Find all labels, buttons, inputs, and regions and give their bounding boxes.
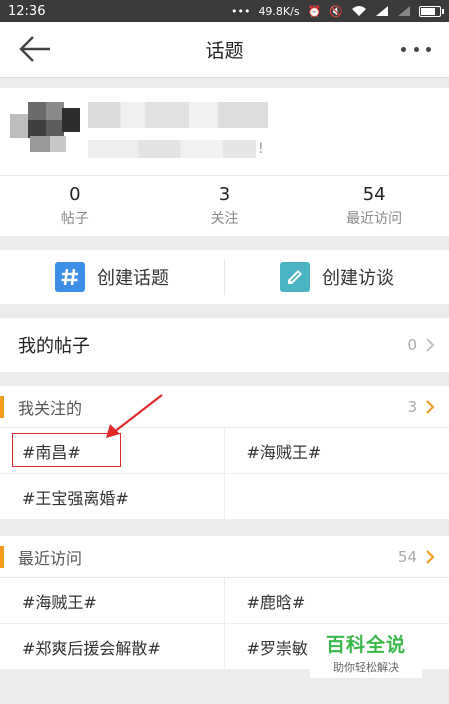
- profile-card: ! 0 帖子 3 关注 54 最近访问: [0, 88, 449, 236]
- create-topic-label: 创建话题: [97, 268, 169, 289]
- chevron-right-icon: [426, 399, 435, 414]
- signature-tail: !: [258, 141, 264, 157]
- stat-recent-value: 54: [362, 184, 386, 205]
- create-interview-label: 创建访谈: [322, 268, 394, 289]
- my-posts-row[interactable]: 我的帖子 0: [0, 318, 449, 372]
- recent-header[interactable]: 最近访问 54: [0, 536, 449, 578]
- stats-row: 0 帖子 3 关注 54 最近访问: [0, 175, 449, 236]
- page-title: 话题: [205, 40, 244, 62]
- recent-count: 54: [397, 547, 417, 566]
- more-button[interactable]: [401, 40, 431, 58]
- stat-following-label: 关注: [210, 211, 239, 227]
- annotation-arrow-icon: [106, 394, 163, 438]
- following-label: 我关注的: [18, 398, 83, 418]
- stat-posts[interactable]: 0 帖子: [0, 176, 150, 236]
- watermark: 百科全说 助你轻松解决: [310, 630, 422, 678]
- watermark-subtitle: 助你轻松解决: [333, 660, 399, 674]
- chevron-right-icon: [426, 338, 435, 352]
- chevron-right-icon: [426, 549, 435, 564]
- mute-icon: 🔇: [329, 4, 343, 18]
- topic-item[interactable]: #鹿晗#: [224, 578, 449, 624]
- stat-following-value: 3: [218, 184, 231, 205]
- topic-item[interactable]: #王宝强离婚#: [0, 474, 225, 520]
- battery-icon: [419, 5, 444, 17]
- stat-recent-label: 最近访问: [346, 211, 403, 227]
- following-header[interactable]: 我关注的 3: [0, 386, 449, 428]
- my-posts-count: 0: [407, 336, 417, 354]
- empty-cell: [224, 474, 449, 520]
- stat-posts-label: 帖子: [60, 211, 89, 227]
- alarm-icon: ⏰: [307, 4, 322, 18]
- topic-item[interactable]: #海贼王#: [224, 428, 449, 474]
- signature-blurred: [88, 140, 256, 158]
- watermark-title: 百科全说: [325, 633, 406, 656]
- topic-item[interactable]: #海贼王#: [0, 578, 225, 624]
- nav-bar: 话题: [0, 22, 449, 78]
- create-topic-button[interactable]: 创建话题: [0, 250, 224, 304]
- signal-icon: [376, 6, 388, 16]
- signal-icon: [398, 6, 410, 16]
- wifi-icon: [352, 6, 366, 16]
- stat-recent[interactable]: 54 最近访问: [299, 176, 449, 236]
- stat-posts-value: 0: [69, 184, 81, 205]
- network-speed: 49.8K/s: [258, 4, 300, 18]
- avatar[interactable]: [10, 98, 82, 156]
- more-dots-icon: [401, 46, 406, 52]
- status-bar: 12:36 ••• 49.8K/s ⏰ 🔇: [0, 0, 449, 22]
- signature: !: [88, 138, 288, 160]
- hash-icon: [55, 262, 85, 292]
- username-blurred: [88, 102, 268, 128]
- recent-label: 最近访问: [18, 548, 83, 568]
- my-posts-label: 我的帖子: [18, 336, 90, 357]
- topic-item[interactable]: #郑爽后援会解散#: [0, 624, 225, 670]
- stat-following[interactable]: 3 关注: [150, 176, 300, 236]
- actions-row: 创建话题 创建访谈: [0, 250, 449, 304]
- dots-icon: •••: [230, 4, 251, 18]
- pen-icon: [280, 262, 310, 292]
- create-interview-button[interactable]: 创建访谈: [225, 250, 449, 304]
- status-time: 12:36: [8, 3, 46, 19]
- back-button[interactable]: [18, 34, 52, 64]
- arrow-left-icon: [19, 36, 50, 62]
- following-count: 3: [407, 397, 417, 416]
